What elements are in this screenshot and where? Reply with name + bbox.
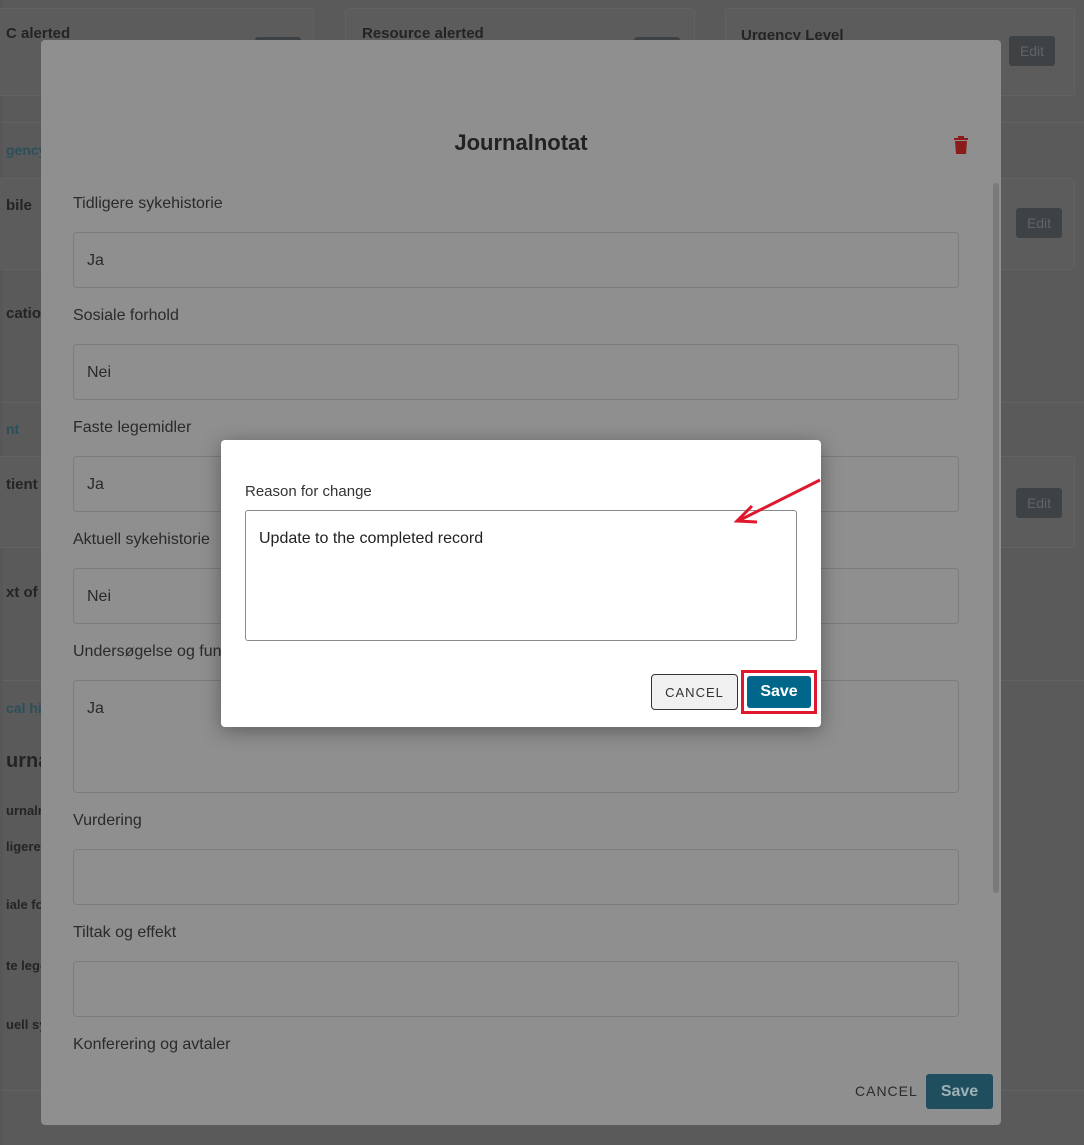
- edit-button[interactable]: Edit: [1009, 36, 1055, 66]
- bg-fragment: tient: [6, 476, 38, 493]
- tiltak-og-effekt-input[interactable]: [73, 961, 959, 1017]
- field-label: Tiltak og effekt: [73, 924, 177, 941]
- field-label: Tidligere sykehistorie: [73, 195, 223, 212]
- vurdering-input[interactable]: [73, 849, 959, 905]
- trash-icon[interactable]: [953, 136, 969, 159]
- save-highlight: Save: [741, 670, 817, 714]
- field-label: Konferering og avtaler: [73, 1036, 231, 1053]
- reason-label: Reason for change: [245, 483, 372, 500]
- field-label: Faste legemidler: [73, 419, 192, 436]
- field-label: Aktuell sykehistorie: [73, 531, 210, 548]
- scrollbar[interactable]: [993, 183, 999, 893]
- tidligere-sykehistorie-input[interactable]: Ja: [73, 232, 959, 288]
- field-label: Undersøgelse og funn: [73, 643, 231, 660]
- reason-textarea[interactable]: Update to the completed record: [245, 510, 797, 641]
- modal-save-button[interactable]: Save: [926, 1074, 993, 1109]
- field-label: Sosiale forhold: [73, 307, 179, 324]
- reason-cancel-button[interactable]: CANCEL: [651, 674, 738, 710]
- modal-cancel-button[interactable]: CANCEL: [855, 1083, 918, 1099]
- modal-title: Journalnotat: [454, 130, 588, 155]
- sosiale-forhold-input[interactable]: Nei: [73, 344, 959, 400]
- reason-dialog: Reason for change Update to the complete…: [221, 440, 821, 727]
- bg-fragment: urnaln: [6, 803, 46, 818]
- edit-button[interactable]: Edit: [1016, 488, 1062, 518]
- edit-button[interactable]: Edit: [1016, 208, 1062, 238]
- bg-fragment: nt: [6, 421, 20, 437]
- field-label: Vurdering: [73, 812, 142, 829]
- bg-fragment: bile: [6, 197, 32, 214]
- reason-save-button[interactable]: Save: [747, 676, 811, 708]
- bg-fragment: iale fo: [6, 897, 44, 912]
